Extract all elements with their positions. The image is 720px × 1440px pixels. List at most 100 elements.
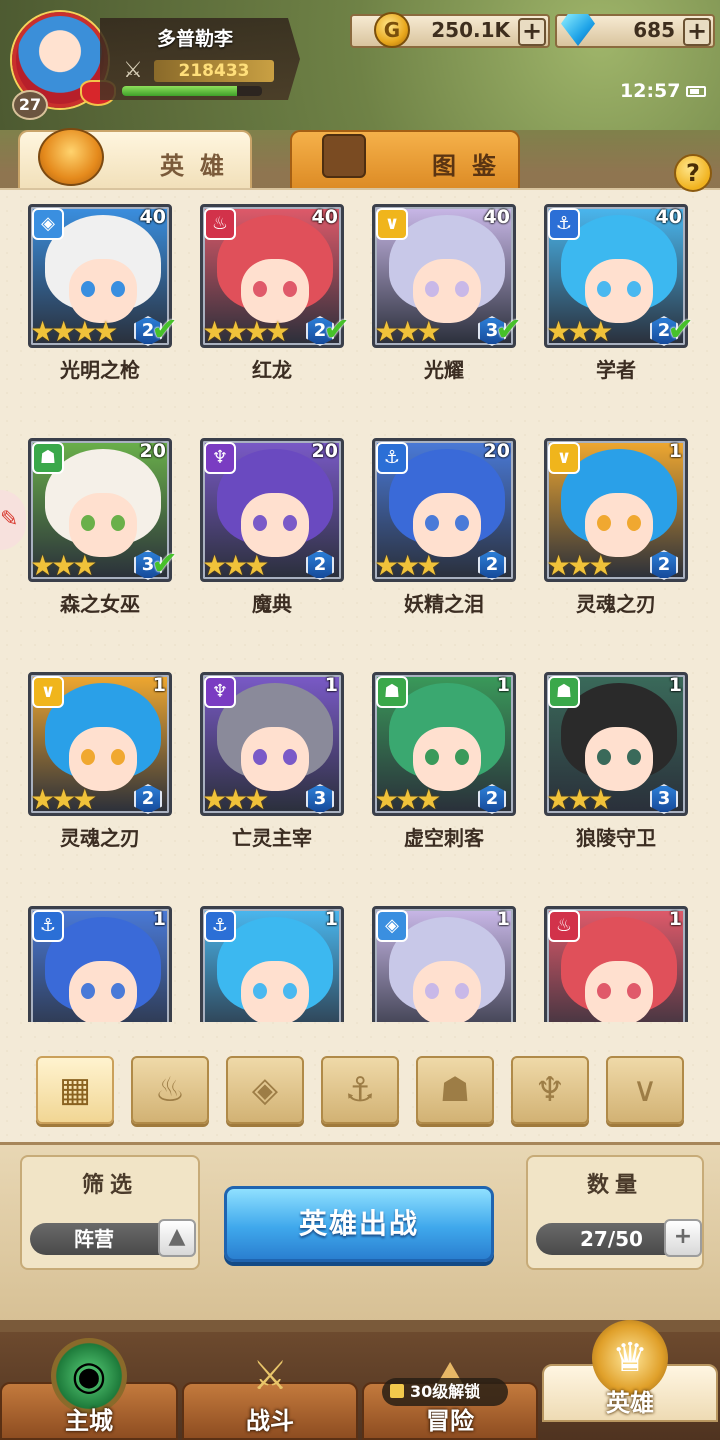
hero-level: 1: [668, 674, 682, 696]
faction-beast-icon: ☗: [376, 676, 408, 708]
hero-card[interactable]: ∨ 1 ★★★ 2 灵魂之刃: [544, 438, 690, 618]
adventure-lock-tag: 30级解锁: [382, 1378, 508, 1406]
hero-level: 20: [311, 440, 338, 462]
count-value: 27/50: [580, 1227, 643, 1251]
hero-eye: [81, 281, 95, 297]
tab-codex[interactable]: 图鉴: [290, 130, 520, 190]
tab-codex-label: 图鉴: [432, 152, 512, 180]
hero-face: [241, 259, 309, 323]
star-rating: ★★★: [374, 783, 441, 816]
hero-card[interactable]: ∨ 1 ★★★ 2 灵魂之刃: [28, 672, 174, 852]
hero-eye: [81, 749, 95, 765]
nav-heroes[interactable]: ♛ 英雄: [542, 1320, 718, 1422]
expand-capacity-button[interactable]: +: [664, 1219, 702, 1257]
flame-icon[interactable]: ♨: [131, 1056, 209, 1124]
hero-level: 20: [139, 440, 166, 462]
hero-card[interactable]: ∨ 40 ★★★ 3 ✔ 光耀: [372, 204, 522, 384]
magnifier-icon: [322, 134, 366, 178]
faction-filter-bar: ▦ ♨ ◈ ⚓ ☗ ♆ ∨: [0, 1050, 720, 1130]
hero-name: 魔典: [252, 592, 292, 616]
hero-eye: [597, 515, 611, 531]
hero-card[interactable]: ☗ 20 ★★★ 3 ✔ 森之女巫: [28, 438, 178, 618]
hero-face: [413, 259, 481, 323]
hero-face: [241, 727, 309, 791]
count-pill: 27/50 +: [536, 1219, 702, 1257]
star-rating: ★★★★: [202, 315, 290, 348]
hero-level: 1: [324, 908, 338, 930]
add-gold-button[interactable]: +: [518, 18, 546, 46]
hero-level: 40: [483, 206, 510, 228]
tab-heroes[interactable]: 英雄: [18, 128, 252, 190]
exp-bar-fill: [122, 86, 237, 96]
hero-name: 亡灵主宰: [232, 826, 312, 850]
count-title: 数量: [586, 1173, 643, 1198]
hero-eye: [425, 281, 439, 297]
gold-counter: G 250.1K +: [350, 10, 550, 50]
hero-name: 森之女巫: [60, 592, 140, 616]
anchor-icon[interactable]: ⚓: [321, 1056, 399, 1124]
faction-sea-icon: ⚓: [548, 208, 580, 240]
hero-card[interactable]: ◈ 40 ★★★★ 2 ✔ 光明之枪: [28, 204, 178, 384]
player-level-badge: 27: [12, 90, 48, 120]
faction-holy-icon: ∨: [32, 676, 64, 708]
star-rating: ★★★: [546, 315, 613, 348]
hero-eye: [627, 281, 641, 297]
diamond-icon[interactable]: ◈: [226, 1056, 304, 1124]
crossed-swords-icon: ⚔: [123, 58, 143, 83]
hero-card[interactable]: ⚓ 1: [28, 906, 174, 1022]
hero-card[interactable]: ♨ 1: [544, 906, 690, 1022]
hero-card[interactable]: ⚓ 20 ★★★ 2 妖精之泪: [372, 438, 518, 618]
beast-icon[interactable]: ☗: [416, 1056, 494, 1124]
horns-icon[interactable]: ♆: [511, 1056, 589, 1124]
hero-level: 1: [324, 674, 338, 696]
power-row: ⚔ 218433: [118, 58, 278, 83]
check-icon: ✔: [667, 310, 694, 348]
hero-eye: [81, 515, 95, 531]
hero-name: 虚空刺客: [404, 826, 484, 850]
hero-card[interactable]: ♆ 1 ★★★ 3 亡灵主宰: [200, 672, 346, 852]
hero-card[interactable]: ◈ 1: [372, 906, 518, 1022]
hero-name: 灵魂之刃: [60, 826, 140, 850]
hero-eye: [627, 515, 641, 531]
hero-eye: [253, 983, 267, 999]
filter-select[interactable]: 阵营 ▲: [30, 1219, 196, 1257]
hero-eye: [425, 749, 439, 765]
deploy-heroes-button[interactable]: 英雄出战: [224, 1186, 494, 1262]
nav-battle[interactable]: ⚔ 战斗: [182, 1353, 358, 1440]
gem-amount: 685: [633, 18, 675, 42]
tab-heroes-label: 英雄: [160, 152, 240, 180]
battery-icon: [686, 86, 706, 97]
add-gems-button[interactable]: +: [683, 18, 711, 46]
nav-main-city[interactable]: ◉ 主城: [0, 1338, 178, 1440]
check-icon: ✔: [323, 310, 350, 348]
chevron-up-icon[interactable]: ▲: [158, 1219, 196, 1257]
hero-card[interactable]: ⚓ 40 ★★★ 2 ✔ 学者: [544, 204, 694, 384]
hero-eye: [455, 281, 469, 297]
faction-holy-icon: ∨: [548, 442, 580, 474]
hero-eye: [111, 983, 125, 999]
check-icon: ✔: [495, 310, 522, 348]
hero-name: 狼陵守卫: [576, 826, 656, 850]
help-button[interactable]: ?: [674, 154, 712, 192]
hero-level: 20: [483, 440, 510, 462]
hero-card[interactable]: ♆ 20 ★★★ 2 魔典: [200, 438, 346, 618]
hero-name: 光明之枪: [60, 358, 140, 382]
hero-face: [585, 727, 653, 791]
chevron-icon[interactable]: ∨: [606, 1056, 684, 1124]
star-rating: ★★★: [546, 549, 613, 582]
faction-fire-icon: ♨: [204, 208, 236, 240]
all-grid-icon[interactable]: ▦: [36, 1056, 114, 1124]
hero-card[interactable]: ⚓ 1: [200, 906, 346, 1022]
hero-card[interactable]: ☗ 1 ★★★ 2 虚空刺客: [372, 672, 518, 852]
hero-eye: [111, 515, 125, 531]
filter-box: 筛选 阵营 ▲: [20, 1155, 200, 1270]
hero-eye: [81, 983, 95, 999]
hero-card[interactable]: ♨ 40 ★★★★ 2 ✔ 红龙: [200, 204, 350, 384]
hero-eye: [597, 749, 611, 765]
star-rating: ★★★: [30, 783, 97, 816]
gold-amount: 250.1K: [431, 18, 510, 42]
hero-card[interactable]: ☗ 1 ★★★ 3 狼陵守卫: [544, 672, 690, 852]
hero-face: [413, 727, 481, 791]
hero-grid[interactable]: ◈ 40 ★★★★ 2 ✔ 光明之枪 ♨ 40 ★★★★ 2 ✔ 红龙 ∨ 40 ★★★ 3 ✔ 光耀 ⚓ 40 ★★★…: [0, 200, 720, 1022]
hero-face: [585, 493, 653, 557]
